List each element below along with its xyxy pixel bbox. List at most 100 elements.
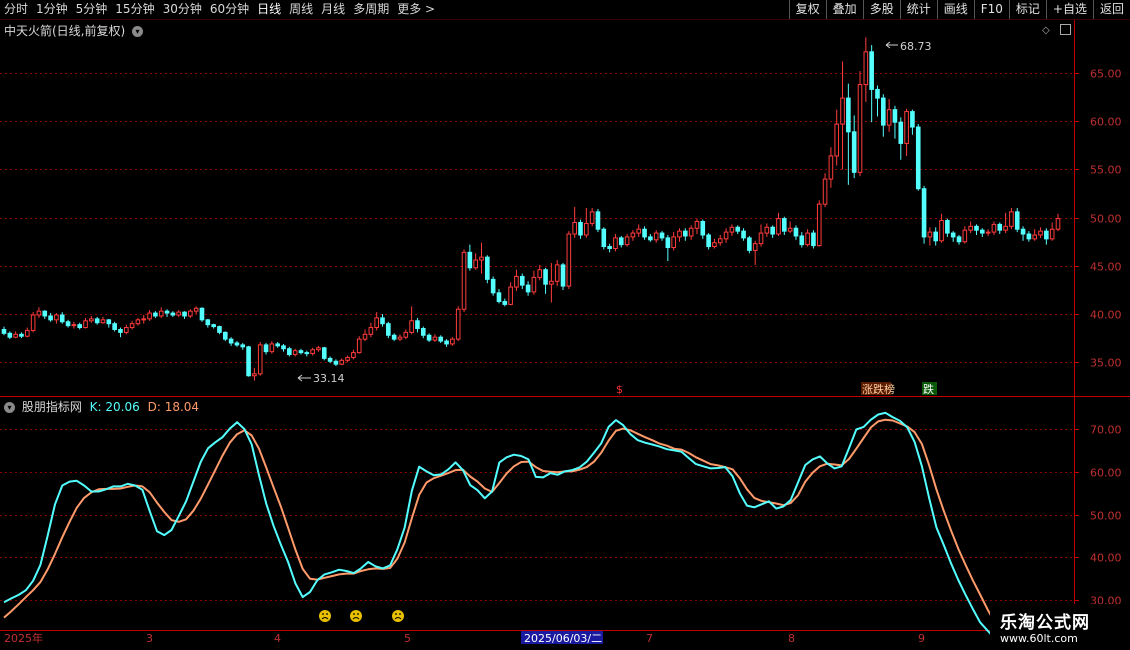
candle (234, 341, 240, 347)
indicator-tick-label: 70.00 (1090, 424, 1122, 437)
candle (42, 310, 48, 319)
candle (316, 345, 321, 352)
candle (193, 306, 199, 315)
candle (566, 231, 572, 289)
chevron-down-icon[interactable]: ▾ (132, 26, 144, 37)
candle (683, 228, 688, 241)
candle (1014, 208, 1020, 233)
candle (222, 331, 228, 342)
price-tick-label: 60.00 (1090, 116, 1122, 129)
candle (694, 218, 700, 235)
candle (100, 316, 106, 324)
candle (997, 222, 1003, 235)
candle (735, 225, 741, 235)
candle (607, 243, 612, 253)
candle (77, 322, 83, 330)
diamond-icon[interactable]: ◇ (1042, 25, 1050, 36)
candle (310, 347, 315, 356)
candle (834, 109, 840, 166)
tag-down-label: 跌 (923, 382, 934, 396)
candle (787, 221, 793, 234)
candle (339, 358, 345, 366)
indicator-tick-label: 40.00 (1090, 552, 1122, 565)
indicator-axis: 30.0040.0050.0060.0070.00 (1074, 424, 1122, 608)
candle (188, 309, 193, 318)
candle (892, 105, 898, 139)
candle (409, 306, 414, 335)
candle (578, 219, 583, 239)
low-price-arrow (297, 374, 311, 382)
candle (450, 337, 455, 346)
candle (962, 226, 968, 244)
candle (659, 231, 665, 241)
candle (950, 231, 956, 242)
candle (927, 227, 933, 246)
candle (176, 310, 182, 317)
candle (129, 320, 135, 330)
x-label-aug: 8 (788, 632, 795, 645)
candle (217, 325, 222, 335)
candle (467, 244, 473, 271)
candle (828, 147, 834, 188)
chevron-down-icon[interactable]: ▾ (4, 402, 15, 413)
price-axis: 35.00 40.00 45.00 50.00 55.00 60.00 65.00 (1074, 68, 1122, 370)
candle (298, 348, 304, 355)
price-tick-label: 40.00 (1090, 309, 1122, 322)
candle (263, 342, 269, 355)
candle (281, 343, 286, 352)
candle (345, 355, 350, 363)
candle (706, 233, 711, 250)
candle (752, 240, 758, 265)
candle (164, 309, 170, 317)
candle (351, 349, 356, 360)
candle (525, 281, 531, 296)
candle (671, 232, 676, 251)
price-tick-label: 45.00 (1090, 261, 1122, 274)
candle (805, 229, 810, 247)
candle (455, 306, 461, 342)
candle (595, 208, 601, 233)
price-tick-label: 35.00 (1090, 357, 1122, 370)
candlestick-series (1, 37, 1061, 381)
candle (985, 229, 991, 236)
candle (403, 329, 409, 340)
candle (840, 61, 845, 170)
candle (36, 307, 42, 318)
candle (362, 329, 368, 342)
candle (432, 334, 438, 343)
candle (991, 221, 997, 235)
candle (211, 323, 216, 329)
candle (519, 273, 525, 289)
candle (886, 99, 892, 132)
candle (182, 311, 187, 319)
candle (846, 83, 851, 185)
watermark: 乐淘公式网 www.60lt.com (990, 604, 1130, 650)
candle (945, 218, 950, 237)
candle (1026, 231, 1032, 242)
panel-toggle-icon[interactable] (1059, 24, 1071, 35)
candle (723, 228, 729, 243)
candle (275, 342, 280, 348)
candle (65, 319, 71, 328)
candle (549, 262, 554, 303)
candle (321, 346, 327, 361)
candle (584, 208, 589, 238)
candle (537, 264, 543, 281)
low-price-label: 33.14 (313, 372, 345, 385)
candle (287, 346, 292, 357)
candle (1020, 226, 1026, 241)
chart-canvas[interactable]: 35.0040.0045.0050.0055.0060.0065.00 30.0… (0, 0, 1130, 650)
candle (380, 314, 385, 327)
candle (246, 345, 251, 377)
candle (904, 108, 909, 156)
candle (811, 230, 816, 249)
candle (257, 342, 263, 376)
candle (386, 321, 391, 339)
candle (13, 331, 18, 339)
candle (59, 312, 65, 324)
candle (712, 238, 717, 249)
sad-face-icon (350, 610, 362, 622)
cursor-date-label: 2025/06/03/二 (524, 632, 602, 645)
candle (438, 335, 444, 343)
x-label-mar: 3 (146, 632, 153, 645)
